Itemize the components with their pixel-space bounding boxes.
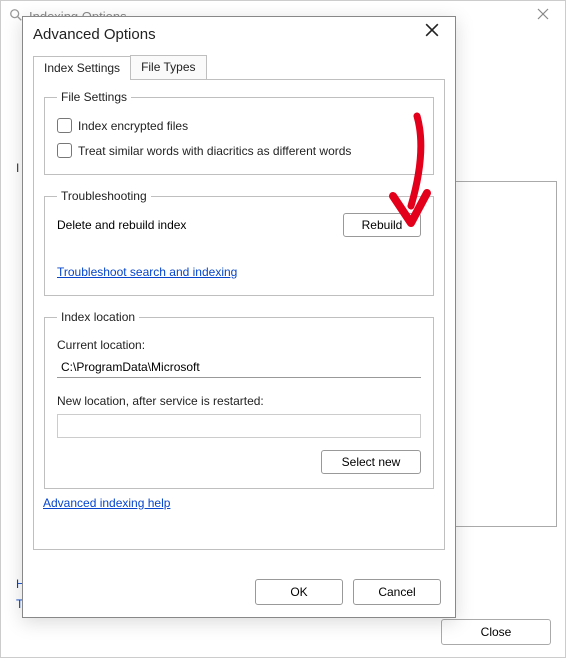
troubleshooting-group: Troubleshooting Delete and rebuild index…: [44, 189, 434, 296]
rebuild-button[interactable]: Rebuild: [343, 213, 421, 237]
file-settings-group: File Settings Index encrypted files Trea…: [44, 90, 434, 175]
indexing-close-button[interactable]: Close: [441, 619, 551, 645]
tab-strip: Index Settings File Types: [33, 55, 445, 80]
indexing-options-close-button[interactable]: [529, 1, 557, 31]
current-location-field[interactable]: [57, 356, 421, 378]
label-index-encrypted-files: Index encrypted files: [78, 119, 188, 133]
file-settings-legend: File Settings: [57, 90, 131, 104]
tab-index-settings[interactable]: Index Settings: [33, 56, 131, 80]
checkbox-index-encrypted-files[interactable]: [57, 118, 72, 133]
index-location-legend: Index location: [57, 310, 139, 324]
advanced-options-dialog: Advanced Options Index Settings File Typ…: [22, 16, 456, 618]
select-new-button[interactable]: Select new: [321, 450, 421, 474]
ok-button[interactable]: OK: [255, 579, 343, 605]
tab-file-types[interactable]: File Types: [130, 55, 206, 79]
advanced-options-title: Advanced Options: [33, 26, 156, 43]
index-location-group: Index location Current location: New loc…: [44, 310, 434, 489]
new-location-field[interactable]: [57, 414, 421, 438]
new-location-label: New location, after service is restarted…: [57, 394, 421, 408]
indexing-body-label-fragment: I: [16, 161, 19, 175]
troubleshooting-legend: Troubleshooting: [57, 189, 151, 203]
label-diacritics: Treat similar words with diacritics as d…: [78, 144, 351, 158]
tab-panel-index-settings: File Settings Index encrypted files Trea…: [33, 80, 445, 550]
cancel-button[interactable]: Cancel: [353, 579, 441, 605]
advanced-options-close-button[interactable]: [419, 21, 445, 47]
advanced-options-titlebar: Advanced Options: [23, 17, 455, 51]
checkbox-diacritics[interactable]: [57, 143, 72, 158]
search-icon: [9, 8, 23, 25]
rebuild-index-label: Delete and rebuild index: [57, 218, 186, 232]
indexing-locations-list[interactable]: [453, 181, 557, 527]
current-location-label: Current location:: [57, 338, 421, 352]
advanced-indexing-help-link[interactable]: Advanced indexing help: [43, 496, 170, 510]
troubleshoot-link[interactable]: Troubleshoot search and indexing: [57, 265, 237, 279]
